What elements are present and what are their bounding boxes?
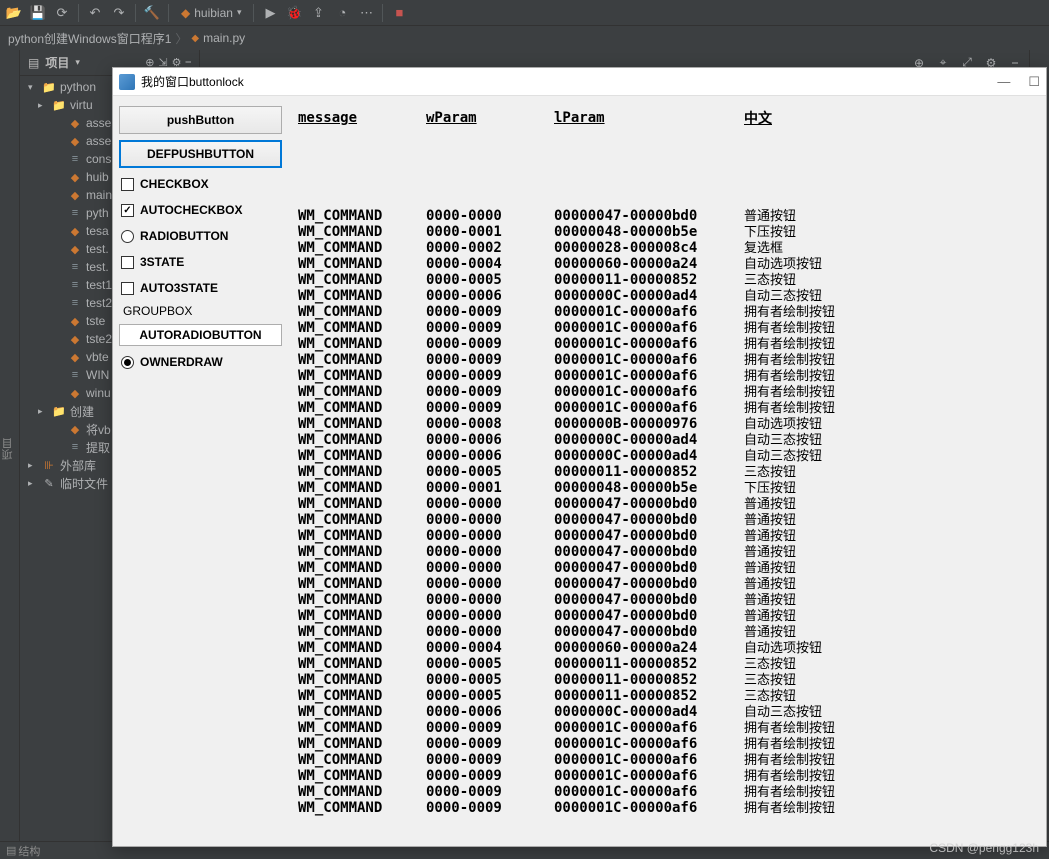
- watermark: CSDN @pengg123h: [929, 841, 1039, 855]
- app-icon: [119, 74, 135, 90]
- project-icon: ▤: [28, 56, 39, 70]
- table-row: WM_COMMAND0000-000000000047-00000bd0普通按钮: [298, 592, 1040, 608]
- table-row: WM_COMMAND0000-00060000000C-00000ad4自动三态…: [298, 432, 1040, 448]
- threestate-control[interactable]: 3STATE: [119, 252, 282, 272]
- python-icon: ◆: [191, 33, 199, 44]
- table-row: WM_COMMAND0000-000000000047-00000bd0普通按钮: [298, 624, 1040, 640]
- table-row: WM_COMMAND0000-000000000047-00000bd0普通按钮: [298, 576, 1040, 592]
- table-row: WM_COMMAND0000-000000000047-00000bd0普通按钮: [298, 208, 1040, 224]
- table-row: WM_COMMAND0000-000000000047-00000bd0普通按钮: [298, 608, 1040, 624]
- header-cn: 中文: [744, 108, 864, 128]
- table-row: WM_COMMAND0000-00090000001C-00000af6拥有者绘…: [298, 720, 1040, 736]
- breadcrumb-file[interactable]: main.py: [203, 31, 245, 45]
- controls-panel: pushButton DEFPUSHBUTTON CHECKBOX ✓AUTOC…: [113, 96, 288, 846]
- table-row: WM_COMMAND0000-00090000001C-00000af6拥有者绘…: [298, 304, 1040, 320]
- attach-icon[interactable]: ⋯: [358, 5, 374, 21]
- chevron-right-icon: 〉: [175, 30, 187, 47]
- chevron-down-icon[interactable]: ▾: [75, 57, 80, 68]
- header-message: message: [298, 110, 426, 126]
- message-table: WM_COMMAND0000-000000000047-00000bd0普通按钮…: [298, 208, 1040, 816]
- groupbox-label: GROUPBOX: [119, 304, 282, 318]
- checkbox-checked-icon: ✓: [121, 204, 134, 217]
- panel-title: 项目: [45, 54, 69, 71]
- defpushbutton[interactable]: DEFPUSHBUTTON: [119, 140, 282, 168]
- minimize-icon[interactable]: —: [997, 74, 1010, 90]
- breadcrumb-project[interactable]: python创建Windows窗口程序1: [8, 30, 171, 47]
- pushbutton[interactable]: pushButton: [119, 106, 282, 134]
- chevron-down-icon: ▾: [237, 7, 242, 18]
- table-row: WM_COMMAND0000-000200000028-000008c4复选框: [298, 240, 1040, 256]
- radio-icon: [121, 230, 134, 243]
- table-row: WM_COMMAND0000-000100000048-00000b5e下压按钮: [298, 480, 1040, 496]
- python-icon: ◆: [181, 6, 190, 20]
- table-row: WM_COMMAND0000-000500000011-00000852三态按钮: [298, 688, 1040, 704]
- table-row: WM_COMMAND0000-000000000047-00000bd0普通按钮: [298, 528, 1040, 544]
- table-row: WM_COMMAND0000-00090000001C-00000af6拥有者绘…: [298, 752, 1040, 768]
- table-row: WM_COMMAND0000-00090000001C-00000af6拥有者绘…: [298, 336, 1040, 352]
- table-row: WM_COMMAND0000-00080000000B-00000976自动选项…: [298, 416, 1040, 432]
- breadcrumb: python创建Windows窗口程序1 〉 ◆ main.py: [0, 26, 1049, 50]
- table-row: WM_COMMAND0000-00090000001C-00000af6拥有者绘…: [298, 736, 1040, 752]
- table-row: WM_COMMAND0000-00090000001C-00000af6拥有者绘…: [298, 368, 1040, 384]
- table-row: WM_COMMAND0000-000500000011-00000852三态按钮: [298, 464, 1040, 480]
- radio-checked-icon: [121, 356, 134, 369]
- hammer-icon[interactable]: 🔨: [144, 5, 160, 21]
- checkbox-control[interactable]: CHECKBOX: [119, 174, 282, 194]
- table-row: WM_COMMAND0000-00090000001C-00000af6拥有者绘…: [298, 768, 1040, 784]
- stop-icon[interactable]: ■: [391, 5, 407, 21]
- coverage-icon[interactable]: ⇪: [310, 5, 326, 21]
- reload-icon[interactable]: ⟳: [54, 5, 70, 21]
- header-lparam: lParam: [554, 110, 744, 126]
- ownerdraw-control[interactable]: OWNERDRAW: [119, 352, 282, 372]
- table-row: WM_COMMAND0000-00090000001C-00000af6拥有者绘…: [298, 400, 1040, 416]
- table-row: WM_COMMAND0000-000500000011-00000852三态按钮: [298, 672, 1040, 688]
- column-headers: message wParam lParam 中文: [298, 106, 1040, 130]
- float-window: 我的窗口buttonlock — ☐ pushButton DEFPUSHBUT…: [112, 67, 1047, 847]
- table-row: WM_COMMAND0000-000400000060-00000a24自动选项…: [298, 256, 1040, 272]
- checkbox-icon: [121, 256, 134, 269]
- window-title: 我的窗口buttonlock: [141, 73, 244, 90]
- undo-icon[interactable]: ↶: [87, 5, 103, 21]
- autocheckbox-control[interactable]: ✓AUTOCHECKBOX: [119, 200, 282, 220]
- run-icon[interactable]: ▶: [262, 5, 278, 21]
- radiobutton-control[interactable]: RADIOBUTTON: [119, 226, 282, 246]
- table-row: WM_COMMAND0000-00090000001C-00000af6拥有者绘…: [298, 352, 1040, 368]
- header-wparam: wParam: [426, 110, 554, 126]
- auto3state-control[interactable]: AUTO3STATE: [119, 278, 282, 298]
- left-gutter[interactable]: 项目: [0, 50, 20, 841]
- redo-icon[interactable]: ↷: [111, 5, 127, 21]
- maximize-icon[interactable]: ☐: [1028, 74, 1040, 90]
- message-list-panel: message wParam lParam 中文 WM_COMMAND0000-…: [288, 96, 1046, 846]
- table-row: WM_COMMAND0000-00060000000C-00000ad4自动三态…: [298, 448, 1040, 464]
- checkbox-icon: [121, 282, 134, 295]
- table-row: WM_COMMAND0000-000500000011-00000852三态按钮: [298, 656, 1040, 672]
- autoradiobutton[interactable]: AUTORADIOBUTTON: [119, 324, 282, 346]
- open-icon[interactable]: 📂: [6, 5, 22, 21]
- checkbox-icon: [121, 178, 134, 191]
- profile-icon[interactable]: ◔: [334, 5, 350, 21]
- table-row: WM_COMMAND0000-00090000001C-00000af6拥有者绘…: [298, 784, 1040, 800]
- table-row: WM_COMMAND0000-000000000047-00000bd0普通按钮: [298, 544, 1040, 560]
- table-row: WM_COMMAND0000-000500000011-00000852三态按钮: [298, 272, 1040, 288]
- config-name: huibian: [194, 6, 233, 20]
- run-config-dropdown[interactable]: ◆ huibian ▾: [177, 6, 245, 20]
- structure-icon[interactable]: ▤: [6, 844, 16, 857]
- table-row: WM_COMMAND0000-00090000001C-00000af6拥有者绘…: [298, 800, 1040, 816]
- table-row: WM_COMMAND0000-000400000060-00000a24自动选项…: [298, 640, 1040, 656]
- table-row: WM_COMMAND0000-00060000000C-00000ad4自动三态…: [298, 704, 1040, 720]
- table-row: WM_COMMAND0000-00060000000C-00000ad4自动三态…: [298, 288, 1040, 304]
- table-row: WM_COMMAND0000-000000000047-00000bd0普通按钮: [298, 496, 1040, 512]
- structure-label[interactable]: 结构: [18, 843, 40, 859]
- table-row: WM_COMMAND0000-000100000048-00000b5e下压按钮: [298, 224, 1040, 240]
- table-row: WM_COMMAND0000-00090000001C-00000af6拥有者绘…: [298, 384, 1040, 400]
- debug-icon[interactable]: 🐞: [286, 5, 302, 21]
- main-toolbar: 📂 💾 ⟳ ↶ ↷ 🔨 ◆ huibian ▾ ▶ 🐞 ⇪ ◔ ⋯ ■: [0, 0, 1049, 26]
- table-row: WM_COMMAND0000-00090000001C-00000af6拥有者绘…: [298, 320, 1040, 336]
- table-row: WM_COMMAND0000-000000000047-00000bd0普通按钮: [298, 560, 1040, 576]
- save-icon[interactable]: 💾: [30, 5, 46, 21]
- table-row: WM_COMMAND0000-000000000047-00000bd0普通按钮: [298, 512, 1040, 528]
- window-titlebar[interactable]: 我的窗口buttonlock — ☐: [113, 68, 1046, 96]
